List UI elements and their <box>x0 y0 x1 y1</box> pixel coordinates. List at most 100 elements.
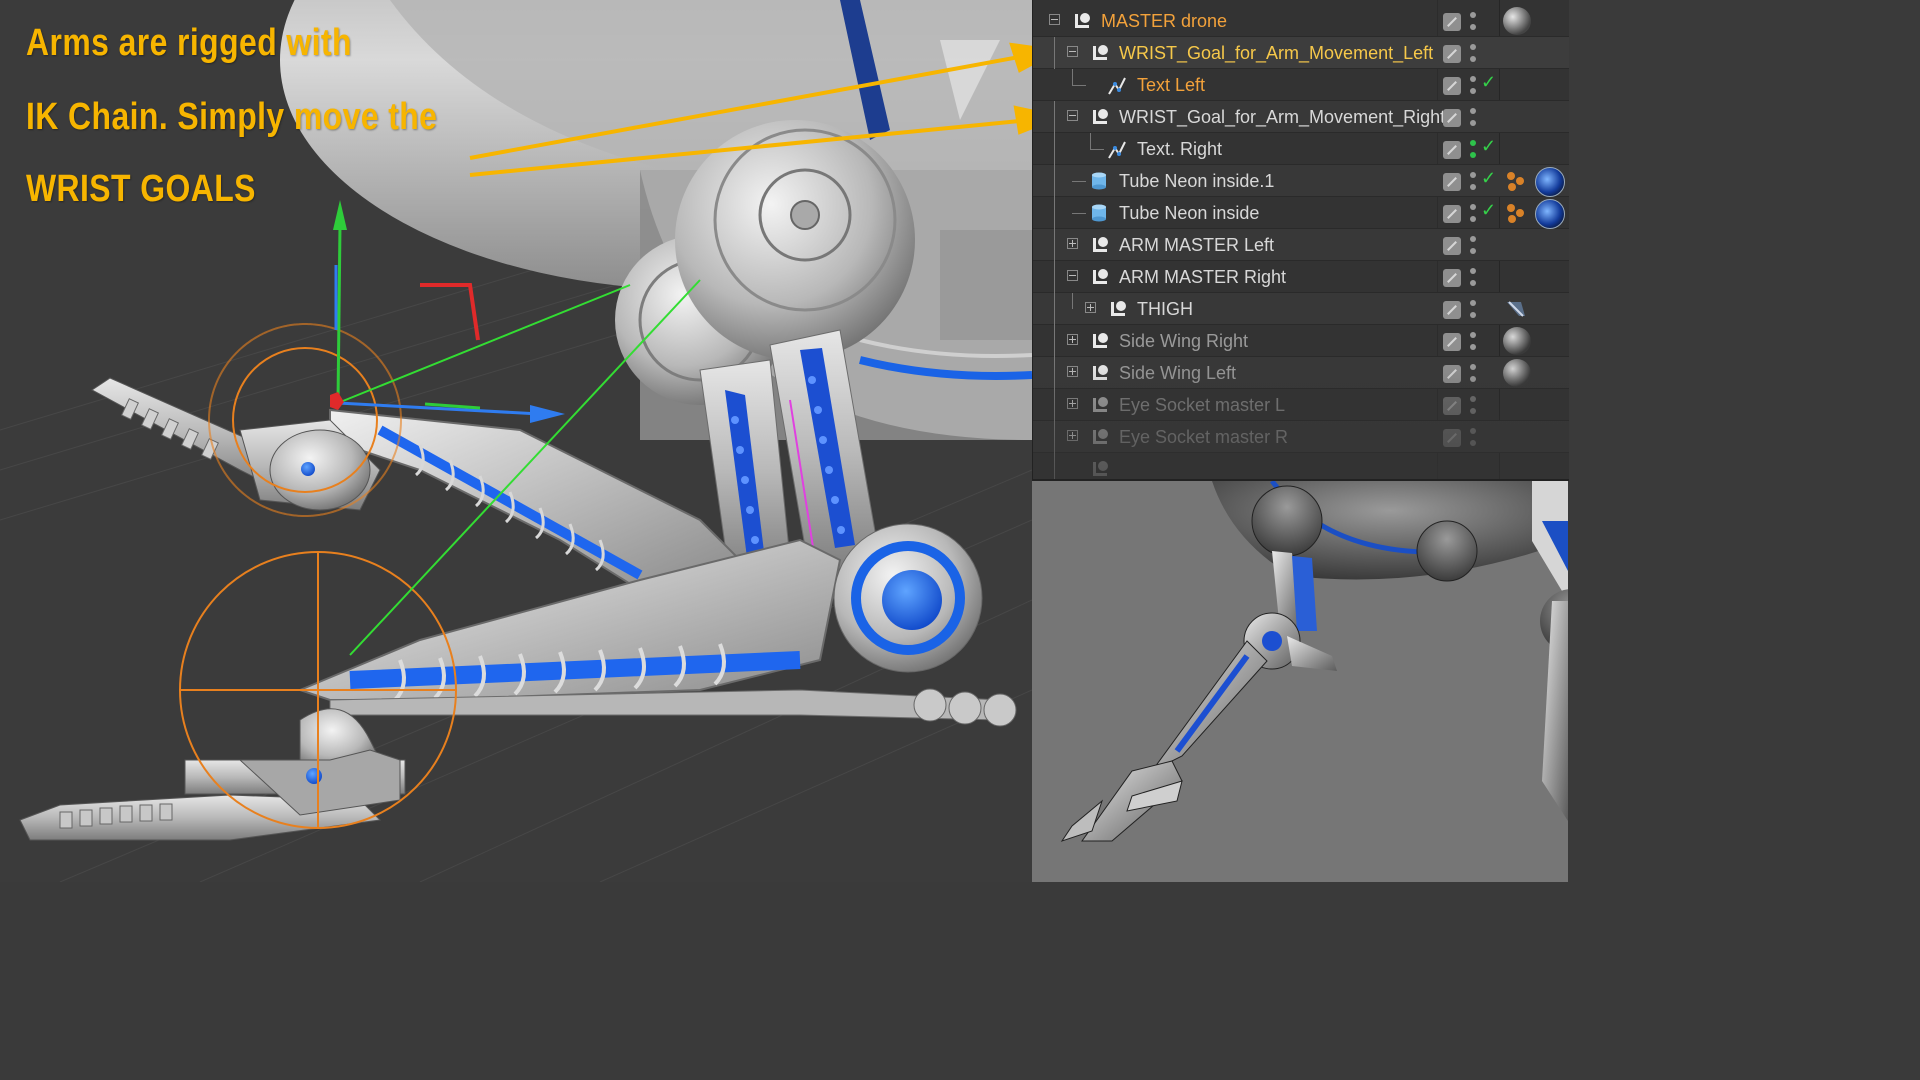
null-object-icon <box>1091 44 1109 62</box>
null-object-icon <box>1091 460 1109 478</box>
object-name[interactable]: ARM MASTER Right <box>1119 267 1286 288</box>
visibility-toggle[interactable] <box>1443 141 1461 159</box>
blue-sphere-material-icon[interactable] <box>1535 199 1565 229</box>
object-row-wrist-goal-left[interactable]: WRIST_Goal_for_Arm_Movement_Left <box>1033 37 1569 69</box>
display-tag-icon[interactable] <box>1503 201 1527 225</box>
visibility-toggle[interactable] <box>1443 205 1461 223</box>
ik-tag-icon[interactable] <box>1505 298 1527 320</box>
object-row-tube-neon-inside[interactable]: Tube Neon inside ✓ <box>1033 197 1569 229</box>
visibility-toggle[interactable] <box>1443 429 1461 447</box>
collapse-toggle[interactable] <box>1067 270 1078 281</box>
object-row-text-right[interactable]: Text. Right ✓ <box>1033 133 1569 165</box>
grey-sphere-material-icon[interactable] <box>1503 359 1531 387</box>
visibility-toggle[interactable] <box>1443 173 1461 191</box>
expand-toggle[interactable] <box>1067 398 1078 409</box>
visibility-toggle[interactable] <box>1443 77 1461 95</box>
editor-render-dots[interactable] <box>1470 332 1476 352</box>
editor-render-dots[interactable] <box>1470 204 1476 224</box>
object-name[interactable]: Side Wing Right <box>1119 331 1248 352</box>
object-row-wrist-goal-right[interactable]: WRIST_Goal_for_Arm_Movement_Right <box>1033 101 1569 133</box>
annotation-line-2: IK Chain. Simply move the <box>26 96 438 138</box>
expand-toggle[interactable] <box>1067 334 1078 345</box>
editor-render-dots[interactable] <box>1470 12 1476 32</box>
object-name[interactable]: Eye Socket master R <box>1119 427 1288 448</box>
null-object-icon <box>1109 300 1127 318</box>
visibility-toggle[interactable] <box>1443 13 1461 31</box>
tube-icon <box>1092 172 1106 190</box>
object-row-eye-socket-l[interactable]: Eye Socket master L <box>1033 389 1569 421</box>
visibility-toggle[interactable] <box>1443 333 1461 351</box>
null-object-icon <box>1091 236 1109 254</box>
enabled-check-icon[interactable]: ✓ <box>1481 136 1496 157</box>
editor-render-dots[interactable] <box>1470 172 1476 192</box>
render-preview <box>1032 481 1568 882</box>
render-scene <box>1060 481 1568 842</box>
knee-joint <box>833 523 983 673</box>
object-manager[interactable]: MASTER drone WRIST_Goal_for_Arm_Movement… <box>1032 0 1569 481</box>
editor-render-dots[interactable] <box>1470 44 1476 64</box>
object-row-master-drone[interactable]: MASTER drone <box>1033 5 1569 37</box>
enabled-check-icon[interactable]: ✓ <box>1481 200 1496 221</box>
grey-sphere-material-icon[interactable] <box>1503 7 1531 35</box>
object-name[interactable]: Eye Socket master L <box>1119 395 1285 416</box>
visibility-toggle[interactable] <box>1443 269 1461 287</box>
object-row-arm-master-right[interactable]: ARM MASTER Right <box>1033 261 1569 293</box>
object-name[interactable]: MASTER drone <box>1101 11 1227 32</box>
editor-render-dots[interactable] <box>1470 108 1476 128</box>
object-row-eye-socket-r[interactable]: Eye Socket master R <box>1033 421 1569 453</box>
ik-goal-circles <box>179 323 457 829</box>
expand-toggle[interactable] <box>1067 366 1078 377</box>
object-row-text-left[interactable]: Text Left ✓ <box>1033 69 1569 101</box>
visibility-toggle[interactable] <box>1443 45 1461 63</box>
editor-render-dots[interactable] <box>1470 140 1476 160</box>
editor-render-dots[interactable] <box>1470 300 1476 320</box>
enabled-check-icon[interactable]: ✓ <box>1481 72 1496 93</box>
object-row-tube-neon-inside-1[interactable]: Tube Neon inside.1 ✓ <box>1033 165 1569 197</box>
expand-toggle[interactable] <box>1067 238 1078 249</box>
object-name[interactable]: Tube Neon inside.1 <box>1119 171 1274 192</box>
viewport-3d[interactable]: Arms are rigged with IK Chain. Simply mo… <box>0 0 1032 882</box>
null-object-icon <box>1073 12 1091 30</box>
object-name[interactable]: WRIST_Goal_for_Arm_Movement_Right <box>1119 107 1445 128</box>
object-name[interactable]: THIGH <box>1137 299 1193 320</box>
expand-toggle[interactable] <box>1085 302 1096 313</box>
editor-render-dots[interactable] <box>1470 396 1476 416</box>
spline-icon <box>1108 141 1126 159</box>
object-row-partial[interactable] <box>1033 453 1569 479</box>
enabled-check-icon[interactable]: ✓ <box>1481 168 1496 189</box>
expand-toggle[interactable] <box>1067 430 1078 441</box>
editor-render-dots[interactable] <box>1470 268 1476 288</box>
visibility-toggle[interactable] <box>1443 397 1461 415</box>
visibility-toggle[interactable] <box>1443 109 1461 127</box>
object-name[interactable]: Tube Neon inside <box>1119 203 1259 224</box>
blue-sphere-material-icon[interactable] <box>1535 167 1565 197</box>
collapse-toggle[interactable] <box>1049 14 1060 25</box>
object-row-side-wing-right[interactable]: Side Wing Right <box>1033 325 1569 357</box>
editor-render-dots[interactable] <box>1470 364 1476 384</box>
object-name[interactable]: Text. Right <box>1137 139 1222 160</box>
display-tag-icon[interactable] <box>1503 169 1527 193</box>
null-object-icon <box>1091 108 1109 126</box>
collapse-toggle[interactable] <box>1067 46 1078 57</box>
editor-render-dots[interactable] <box>1470 76 1476 96</box>
tube-icon <box>1092 204 1106 222</box>
collapse-toggle[interactable] <box>1067 110 1078 121</box>
object-name[interactable]: ARM MASTER Left <box>1119 235 1274 256</box>
editor-render-dots[interactable] <box>1470 428 1476 448</box>
null-object-icon <box>1091 428 1109 446</box>
object-row-thigh[interactable]: THIGH <box>1033 293 1569 325</box>
spline-icon <box>1108 77 1126 95</box>
visibility-toggle[interactable] <box>1443 301 1461 319</box>
null-object-icon <box>1091 364 1109 382</box>
z-axis-corner <box>420 283 480 341</box>
object-name[interactable]: Text Left <box>1137 75 1205 96</box>
object-row-arm-master-left[interactable]: ARM MASTER Left <box>1033 229 1569 261</box>
object-name[interactable]: WRIST_Goal_for_Arm_Movement_Left <box>1119 43 1433 64</box>
visibility-toggle[interactable] <box>1443 237 1461 255</box>
object-name[interactable]: Side Wing Left <box>1119 363 1236 384</box>
annotation-line-1: Arms are rigged with <box>26 22 352 64</box>
grey-sphere-material-icon[interactable] <box>1503 327 1531 355</box>
editor-render-dots[interactable] <box>1470 236 1476 256</box>
object-row-side-wing-left[interactable]: Side Wing Left <box>1033 357 1569 389</box>
visibility-toggle[interactable] <box>1443 365 1461 383</box>
